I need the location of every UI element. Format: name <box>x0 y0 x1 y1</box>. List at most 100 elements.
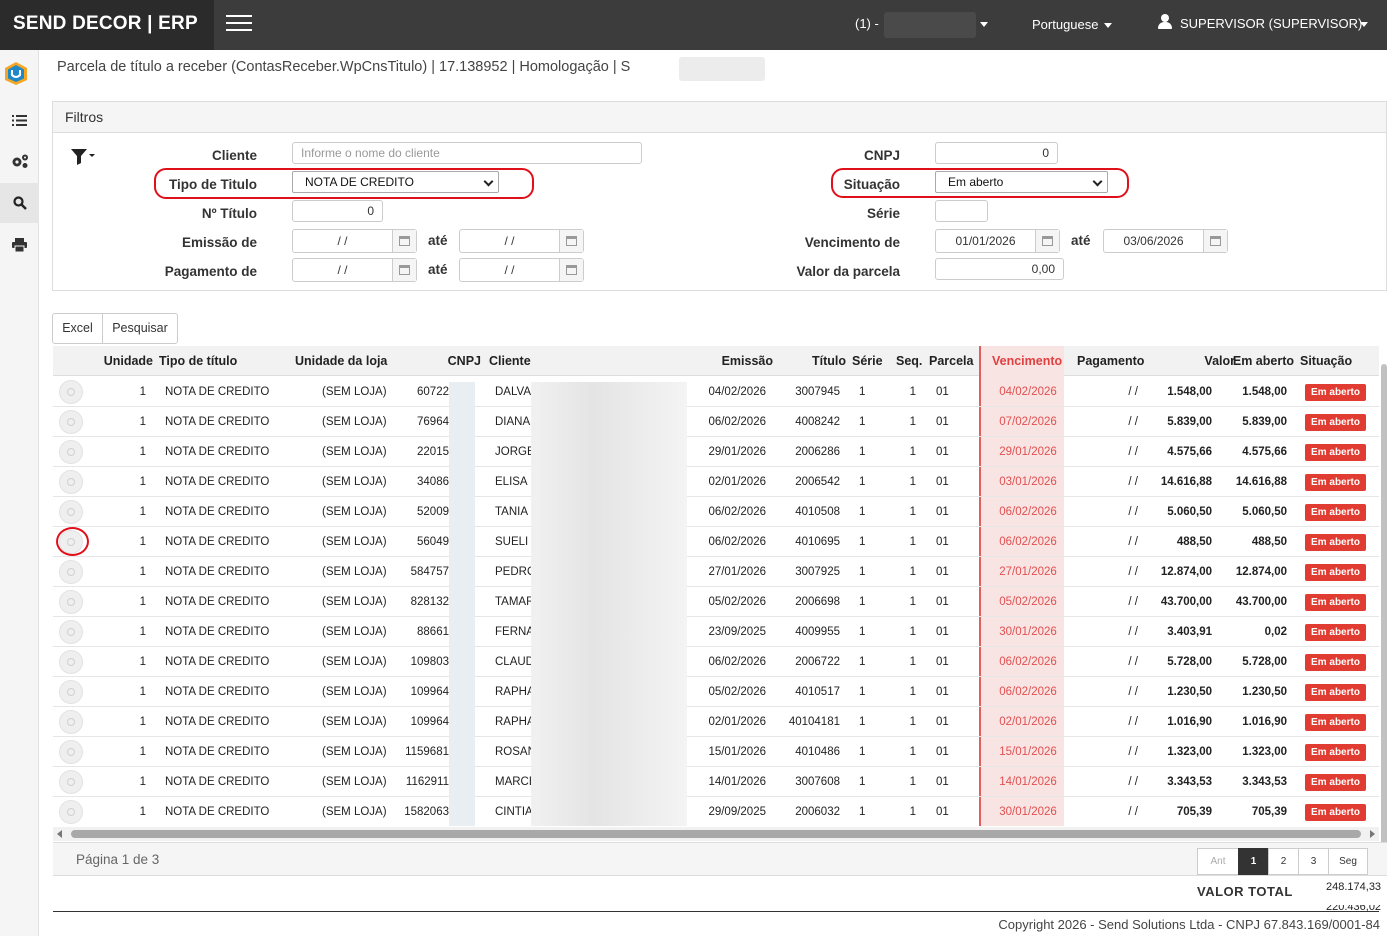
table-row[interactable]: 1 NOTA DE CREDITO (SEM LOJA) 828132 TAMAR 05/… <box>53 587 1379 617</box>
ate-label: até <box>428 262 448 277</box>
cell-loja: (SEM LOJA) <box>322 596 387 608</box>
sidebar-item-settings[interactable] <box>0 141 39 181</box>
emissao-to-date[interactable]: / / <box>459 229 584 253</box>
pagamento-from-date[interactable]: / / <box>292 258 417 282</box>
sidebar-item-list[interactable] <box>0 100 39 140</box>
header-emissao[interactable]: Emissão <box>703 346 773 376</box>
valor-parcela-input[interactable]: 0,00 <box>935 258 1064 280</box>
row-detail-search-icon[interactable] <box>59 710 83 734</box>
cell-cnpj: 76964 <box>417 416 449 428</box>
header-parcela[interactable]: Parcela <box>929 346 979 376</box>
user-menu[interactable]: SUPERVISOR (SUPERVISOR) <box>1180 16 1362 31</box>
cnpj-input[interactable]: 0 <box>935 142 1058 164</box>
table-row[interactable]: 1 NOTA DE CREDITO (SEM LOJA) 1159681 ROSAN 15… <box>53 737 1379 767</box>
row-detail-search-icon[interactable] <box>59 590 83 614</box>
company-chevron-down-icon[interactable] <box>980 22 988 27</box>
company-selector[interactable]: (1) - <box>855 16 879 31</box>
menu-hamburger-icon[interactable] <box>226 15 252 35</box>
calendar-icon[interactable] <box>1203 230 1227 252</box>
cliente-input[interactable]: Informe o nome do cliente <box>292 142 642 164</box>
header-cliente[interactable]: Cliente <box>489 346 549 376</box>
row-detail-search-icon[interactable] <box>59 740 83 764</box>
table-row[interactable]: 1 NOTA DE CREDITO (SEM LOJA) 60722 DALVA 04/0… <box>53 377 1379 407</box>
table-row[interactable]: 1 NOTA DE CREDITO (SEM LOJA) 52009 TANIA 06/0… <box>53 497 1379 527</box>
table-row[interactable]: 1 NOTA DE CREDITO (SEM LOJA) 1582063 CINTIA 2… <box>53 797 1379 826</box>
header-cnpj[interactable]: CNPJ <box>433 346 481 376</box>
calendar-icon[interactable] <box>392 230 416 252</box>
brand-logo[interactable]: SEND DECOR | ERP <box>0 0 214 50</box>
scroll-left-icon[interactable] <box>57 830 62 838</box>
header-titulo[interactable]: Título <box>793 346 846 376</box>
row-detail-search-icon[interactable] <box>59 470 83 494</box>
cell-pagamento: / / <box>1128 506 1138 518</box>
language-selector[interactable]: Portuguese <box>1032 17 1099 32</box>
row-detail-search-icon[interactable] <box>59 560 83 584</box>
emissao-label: Emissão de <box>181 235 257 250</box>
header-tipo[interactable]: Tipo de título <box>159 346 259 376</box>
filter-funnel-icon[interactable] <box>70 148 96 166</box>
calendar-icon[interactable] <box>559 230 583 252</box>
status-badge: Em aberto <box>1305 384 1366 401</box>
vencimento-to-date[interactable]: 03/06/2026 <box>1103 229 1228 253</box>
table-row[interactable]: 1 NOTA DE CREDITO (SEM LOJA) 76964 DIANA 06/0… <box>53 407 1379 437</box>
header-situacao[interactable]: Situação <box>1300 346 1370 376</box>
scroll-right-icon[interactable] <box>1370 830 1375 838</box>
horizontal-scrollbar[interactable] <box>53 827 1379 841</box>
cell-valor: 1.230,50 <box>1167 686 1212 698</box>
top-bar: SEND DECOR | ERP (1) - Portuguese SUPERV… <box>0 0 1387 50</box>
header-seq[interactable]: Seq. <box>896 346 926 376</box>
vencimento-from-date[interactable]: 01/01/2026 <box>935 229 1060 253</box>
prev-page-button[interactable]: Ant <box>1197 848 1239 875</box>
sidebar-item-print[interactable] <box>0 225 39 265</box>
cell-cnpj: 1582063 <box>404 806 449 818</box>
calendar-icon[interactable] <box>392 259 416 281</box>
table-row[interactable]: 1 NOTA DE CREDITO (SEM LOJA) 109803 CLAUD 06/… <box>53 647 1379 677</box>
user-chevron-down-icon[interactable] <box>1360 22 1368 27</box>
serie-input[interactable] <box>935 200 988 222</box>
language-chevron-down-icon[interactable] <box>1104 23 1112 28</box>
calendar-icon[interactable] <box>1035 230 1059 252</box>
header-serie[interactable]: Série <box>852 346 892 376</box>
table-row[interactable]: 1 NOTA DE CREDITO (SEM LOJA) 584757 PEDRO 27/… <box>53 557 1379 587</box>
row-detail-search-icon[interactable] <box>59 620 83 644</box>
table-row[interactable]: 1 NOTA DE CREDITO (SEM LOJA) 88661 FERNA 23/0… <box>53 617 1379 647</box>
cell-cliente: PEDRO <box>495 566 531 578</box>
table-row[interactable]: 1 NOTA DE CREDITO (SEM LOJA) 109964 RAPHA 02/… <box>53 707 1379 737</box>
header-em-aberto[interactable]: Em aberto <box>1223 346 1294 376</box>
row-detail-search-icon[interactable] <box>59 650 83 674</box>
page-3-button[interactable]: 3 <box>1298 848 1329 875</box>
cell-vencimento: 06/02/2026 <box>999 686 1057 698</box>
emissao-from-date[interactable]: / / <box>292 229 417 253</box>
row-detail-search-icon[interactable] <box>59 680 83 704</box>
page-1-button[interactable]: 1 <box>1238 848 1269 875</box>
cell-cnpj: 828132 <box>410 596 449 608</box>
table-row[interactable]: 1 NOTA DE CREDITO (SEM LOJA) 56049 SUELI 06/0… <box>53 527 1379 557</box>
excel-button[interactable]: Excel <box>52 313 103 344</box>
cell-seq: 1 <box>909 626 916 638</box>
calendar-icon[interactable] <box>559 259 583 281</box>
page-2-button[interactable]: 2 <box>1268 848 1299 875</box>
cell-cnpj: 109964 <box>410 686 449 698</box>
numero-titulo-input[interactable]: 0 <box>292 200 383 222</box>
vertical-scrollbar[interactable] <box>1381 364 1387 854</box>
header-loja[interactable]: Unidade da loja <box>295 346 405 376</box>
header-unidade[interactable]: Unidade <box>93 346 153 376</box>
row-detail-search-icon[interactable] <box>59 500 83 524</box>
header-pagamento[interactable]: Pagamento <box>1077 346 1152 376</box>
pagamento-to-date[interactable]: / / <box>459 258 584 282</box>
pesquisar-button[interactable]: Pesquisar <box>102 313 178 344</box>
table-row[interactable]: 1 NOTA DE CREDITO (SEM LOJA) 34086 ELISA 02/0… <box>53 467 1379 497</box>
scroll-thumb[interactable] <box>71 830 1361 838</box>
header-vencimento[interactable]: Vencimento <box>992 346 1067 376</box>
row-detail-search-icon[interactable] <box>59 440 83 464</box>
table-row[interactable]: 1 NOTA DE CREDITO (SEM LOJA) 1162911 MARCE 14… <box>53 767 1379 797</box>
table-row[interactable]: 1 NOTA DE CREDITO (SEM LOJA) 109964 RAPHA 05/… <box>53 677 1379 707</box>
row-detail-search-icon[interactable] <box>59 770 83 794</box>
sidebar-item-search[interactable] <box>0 183 39 223</box>
table-row[interactable]: 1 NOTA DE CREDITO (SEM LOJA) 22015 JORGE 29/0… <box>53 437 1379 467</box>
row-detail-search-icon[interactable] <box>59 380 83 404</box>
row-detail-search-icon[interactable] <box>59 410 83 434</box>
app-logo-icon[interactable] <box>3 60 29 86</box>
next-page-button[interactable]: Seg <box>1328 848 1368 875</box>
row-detail-search-icon[interactable] <box>59 800 83 824</box>
